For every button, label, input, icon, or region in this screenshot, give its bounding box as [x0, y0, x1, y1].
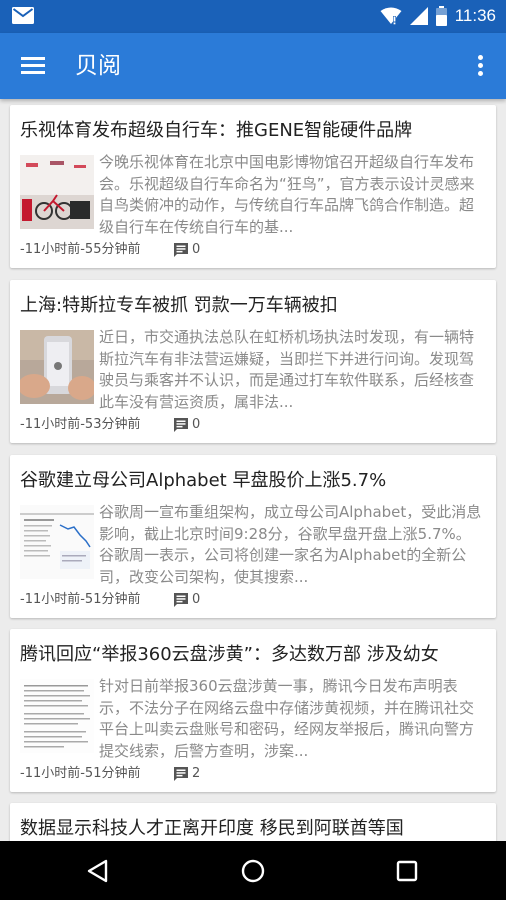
comment-icon	[174, 767, 188, 781]
article-time: -11小时前-53分钟前	[20, 417, 141, 432]
more-vert-icon[interactable]	[474, 53, 486, 79]
article-summary: 谷歌周一宣布重组架构，成立母公司Alphabet，受此消息影响，截止北京时间9:…	[99, 503, 482, 586]
article-card[interactable]: 谷歌建立母公司Alphabet 早盘股价上涨5.7% 谷歌周一宣布重组架构，成立…	[10, 455, 496, 618]
article-time: -11小时前-55分钟前	[20, 242, 141, 257]
app-bar: 贝阅	[0, 33, 506, 99]
article-title: 腾讯回应“举报360云盘涉黄”：多达数万部 涉及幼女	[20, 644, 439, 665]
navigation-bar	[0, 841, 506, 900]
article-summary: 近日，市交通执法总队在虹桥机场执法时发现，有一辆特斯拉汽车有非法营运嫌疑，当即拦…	[99, 328, 475, 411]
status-bar: 11:36	[0, 0, 506, 33]
recents-icon[interactable]	[392, 856, 422, 886]
article-card[interactable]: 腾讯回应“举报360云盘涉黄”：多达数万部 涉及幼女 针对日前举报360云盘涉黄…	[10, 629, 496, 792]
comment-count[interactable]: 0	[173, 241, 200, 259]
article-thumbnail	[20, 679, 94, 753]
article-summary: 针对日前举报360云盘涉黄一事，腾讯今日发布声明表示，不法分子在网络云盘中存储涉…	[99, 677, 475, 760]
comment-icon	[174, 418, 188, 432]
comment-icon	[174, 243, 188, 257]
comment-count-value: 0	[192, 417, 201, 432]
mail-icon	[12, 7, 34, 24]
comment-count-value: 0	[192, 242, 201, 257]
article-thumbnail	[20, 330, 94, 404]
wifi-icon	[380, 7, 402, 25]
status-time: 11:36	[454, 6, 496, 25]
article-card[interactable]: 数据显示科技人才正离开印度 移民到阿联酋等国	[10, 803, 496, 841]
article-thumbnail	[20, 155, 94, 229]
article-title: 数据显示科技人才正离开印度 移民到阿联酋等国	[20, 818, 404, 839]
comment-count[interactable]: 0	[173, 591, 200, 609]
article-card[interactable]: 乐视体育发布超级自行车：推GENE智能硬件品牌 今晚乐视体育在北京中国电影博物馆…	[10, 105, 496, 268]
article-time: -11小时前-51分钟前	[20, 766, 141, 781]
article-title: 乐视体育发布超级自行车：推GENE智能硬件品牌	[20, 120, 413, 141]
battery-icon	[435, 6, 447, 26]
article-time: -11小时前-51分钟前	[20, 592, 141, 607]
comment-count-value: 0	[192, 592, 201, 607]
home-icon[interactable]	[238, 856, 268, 886]
comment-count[interactable]: 2	[173, 765, 200, 783]
comment-count[interactable]: 0	[173, 416, 200, 434]
cell-signal-icon	[409, 7, 428, 25]
article-title: 谷歌建立母公司Alphabet 早盘股价上涨5.7%	[20, 470, 387, 491]
article-summary: 今晚乐视体育在北京中国电影博物馆召开超级自行车发布会。乐视超级自行车命名为“狂鸟…	[99, 153, 475, 236]
hamburger-menu-icon[interactable]	[18, 53, 48, 79]
article-thumbnail	[20, 505, 94, 579]
article-feed[interactable]: 乐视体育发布超级自行车：推GENE智能硬件品牌 今晚乐视体育在北京中国电影博物馆…	[0, 99, 506, 841]
article-title: 上海:特斯拉专车被抓 罚款一万车辆被扣	[20, 295, 338, 316]
comment-count-value: 2	[192, 766, 201, 781]
app-title: 贝阅	[75, 53, 121, 79]
article-card[interactable]: 上海:特斯拉专车被抓 罚款一万车辆被扣 近日，市交通执法总队在虹桥机场执法时发现…	[10, 280, 496, 443]
back-icon[interactable]	[84, 856, 114, 886]
comment-icon	[174, 593, 188, 607]
